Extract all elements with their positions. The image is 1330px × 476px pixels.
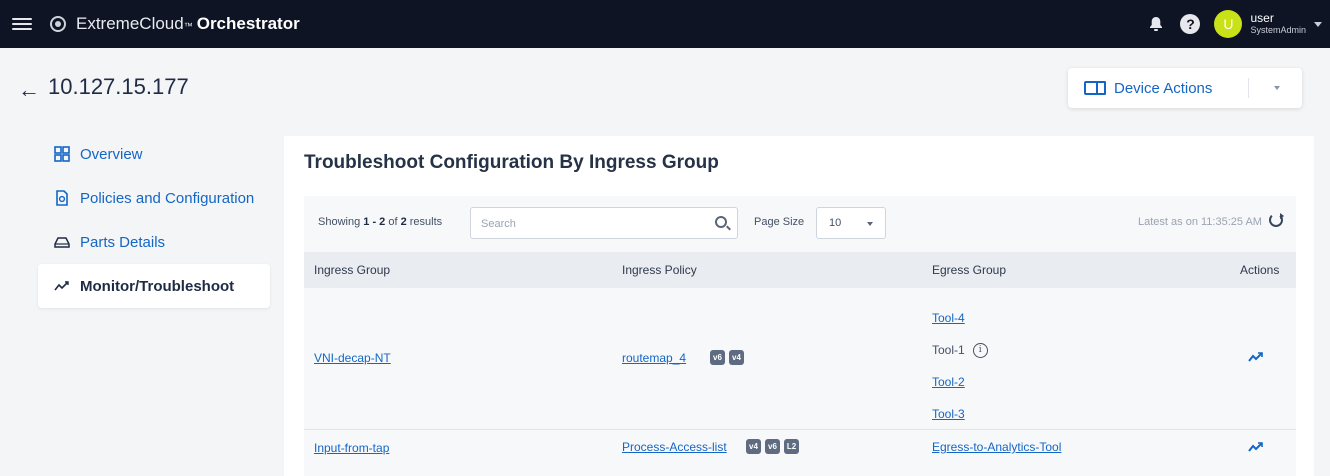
back-arrow-icon[interactable]: ← [18,77,40,103]
app-title: ExtremeCloud ™ Orchestrator [76,14,300,34]
trend-action-icon[interactable] [1248,352,1264,362]
ip-version-badges: v6 v4 [710,350,744,365]
device-actions-label: Device Actions [1114,79,1213,97]
page-size-label: Page Size [754,216,805,228]
main-panel: Troubleshoot Configuration By Ingress Gr… [284,136,1314,476]
user-role: SystemAdmin [1250,24,1306,35]
egress-group-list: Tool-4 Tool-1 i Tool-2 Tool-3 [932,302,988,430]
top-right-controls: ? U user SystemAdmin [1146,0,1330,48]
results-count: Showing 1 - 2 of 2 results [318,216,442,228]
extreme-logo-icon [50,16,66,32]
document-gear-icon [56,190,68,206]
list-item: Tool-4 [932,302,988,334]
trend-icon [54,281,69,291]
column-header-ingress-policy[interactable]: Ingress Policy [622,263,697,277]
app-name-bold: Orchestrator [196,14,300,33]
devices-icon [1084,81,1106,95]
table-row: Input-from-tap Process-Access-list v4 v6… [304,430,1296,466]
egress-group-link[interactable]: Tool-2 [932,375,965,389]
page-size-select[interactable]: 10 [816,207,886,239]
search-box [470,207,738,239]
grid-icon [54,146,70,162]
list-item: Tool-2 [932,366,988,398]
ingress-policy-link[interactable]: routemap_4 [622,351,686,365]
results-table: Showing 1 - 2 of 2 results Page Size 10 … [304,196,1296,476]
column-header-actions: Actions [1240,263,1280,277]
page-title: 10.127.15.177 [48,74,189,99]
last-updated-text: Latest as on 11:35:25 AM [1138,216,1262,228]
bell-icon[interactable] [1146,14,1166,34]
avatar[interactable]: U [1214,10,1243,38]
ipv4-badge: v4 [746,439,761,454]
sidebar-item-overview[interactable]: Overview [38,132,270,176]
menu-icon[interactable] [12,18,32,30]
sidebar-item-policies[interactable]: Policies and Configuration [38,176,270,220]
sidebar-item-label: Monitor/Troubleshoot [80,277,235,295]
divider [1248,78,1249,98]
device-actions-button[interactable]: Device Actions [1068,68,1302,108]
top-bar: ExtremeCloud ™ Orchestrator ? U user Syste… [0,0,1330,48]
sidebar-item-monitor-troubleshoot[interactable]: Monitor/Troubleshoot [38,264,270,308]
showing-prefix: Showing [318,216,364,228]
sidebar-item-parts-details[interactable]: Parts Details [38,220,270,264]
egress-group-text: Tool-1 [932,343,965,357]
section-title: Troubleshoot Configuration By Ingress Gr… [304,152,719,173]
table-header: Ingress Group Ingress Policy Egress Grou… [304,252,1296,288]
ip-version-badges: v4 v6 L2 [746,439,799,454]
help-icon[interactable]: ? [1180,14,1201,34]
chevron-down-icon [867,222,873,226]
egress-group-link[interactable]: Tool-3 [932,407,965,421]
showing-range: 1 - 2 [363,216,386,228]
user-name: user [1250,11,1274,26]
list-item: Tool-3 [932,398,988,430]
sidebar-item-label: Policies and Configuration [80,189,255,207]
table-toolbar: Showing 1 - 2 of 2 results Page Size 10 … [304,196,1296,252]
parts-icon [54,237,70,248]
egress-group-link[interactable]: Egress-to-Analytics-Tool [932,440,1061,454]
search-icon[interactable] [715,216,727,228]
egress-group-link[interactable]: Tool-4 [932,311,965,325]
showing-suffix: results [406,216,443,228]
ingress-group-link[interactable]: Input-from-tap [314,441,389,455]
user-menu[interactable]: user SystemAdmin [1250,12,1306,35]
sidebar-item-label: Overview [80,145,143,163]
ipv6-badge: v6 [710,350,725,365]
page-size-value: 10 [829,217,842,229]
ingress-policy-link[interactable]: Process-Access-list [622,440,727,454]
trademark: ™ [183,21,193,31]
ipv6-badge: v6 [765,439,780,454]
column-header-ingress-group[interactable]: Ingress Group [314,263,390,277]
chevron-down-icon[interactable] [1274,86,1280,90]
ipv4-badge: v4 [729,350,744,365]
ingress-group-link[interactable]: VNI-decap-NT [314,351,391,365]
showing-of: of [385,216,401,228]
l2-badge: L2 [784,439,799,454]
list-item: Tool-1 i [932,334,988,366]
trend-action-icon[interactable] [1248,442,1264,452]
table-row: VNI-decap-NT routemap_4 v6 v4 Tool-4 Too… [304,288,1296,430]
info-icon[interactable]: i [972,342,988,358]
refresh-icon[interactable] [1269,213,1284,227]
chevron-down-icon[interactable] [1314,21,1322,27]
app-name-prefix: ExtremeCloud [76,14,184,33]
search-input[interactable] [481,215,701,233]
sidebar: Overview Policies and Configuration Part… [38,132,270,308]
column-header-egress-group[interactable]: Egress Group [932,263,1006,277]
sidebar-item-label: Parts Details [80,233,166,251]
